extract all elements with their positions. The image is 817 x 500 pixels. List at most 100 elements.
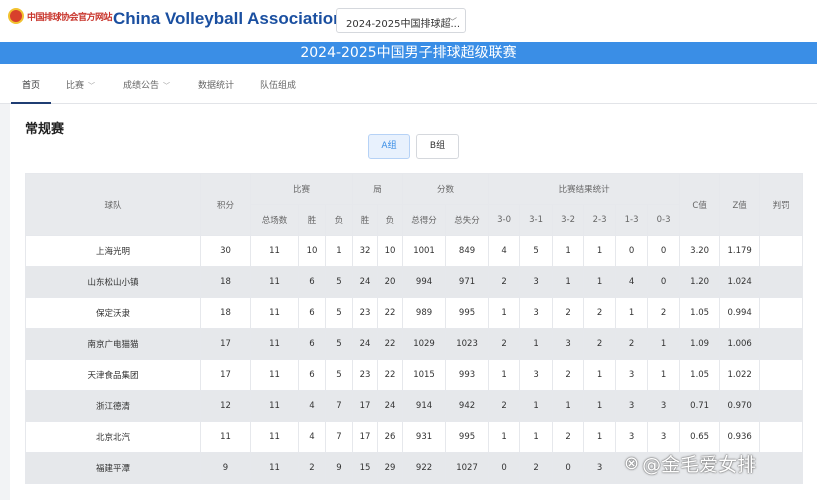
col-header-wins[interactable]: 胜 — [298, 204, 326, 236]
nav-item-results[interactable]: 成绩公告 ﹀ — [123, 78, 170, 91]
cell-points-against: 995 — [445, 297, 490, 329]
cell-team-name[interactable]: 山东松山小镇 — [25, 266, 201, 298]
cell-c-value: 0.71 — [679, 390, 721, 422]
table-row[interactable]: 南京广电猫猫 17 11 6 5 24 22 1029 1023 2 1 3 2 2 1 1.09 1.006 — [25, 328, 804, 360]
group-a-button[interactable]: A组 — [368, 134, 410, 159]
season-select[interactable]: 2024-2025中国排球超... ﹀ — [336, 8, 466, 33]
standings-table: 球队 积分 比赛 局 分数 比赛结果统计 C值 Z值 判罚 总场数 胜 负 胜 … — [25, 173, 804, 484]
cell-c-value: 1.05 — [679, 297, 721, 329]
col-header-result-0-3[interactable]: 0-3 — [647, 204, 681, 236]
table-row[interactable]: 山东松山小镇 18 11 6 5 24 20 994 971 2 3 1 1 4 0 1.20 1.024 — [25, 266, 804, 298]
cell-result-3-0: 2 — [488, 266, 521, 298]
cell-result-2-3: 1 — [583, 421, 617, 453]
cell-result-1-3: 3 — [615, 390, 649, 422]
col-header-c-value[interactable]: C值 — [679, 173, 721, 236]
cell-sets-lost: 26 — [377, 421, 404, 453]
cell-total-matches: 11 — [250, 328, 299, 360]
cell-points-against: 1023 — [445, 328, 490, 360]
cell-points-against: 971 — [445, 266, 490, 298]
nav-item-label: 队伍组成 — [260, 81, 297, 91]
col-header-total-matches[interactable]: 总场数 — [250, 204, 299, 236]
cell-losses: 7 — [324, 390, 354, 422]
cell-c-value: 1.20 — [679, 266, 721, 298]
cell-result-3-2: 2 — [552, 297, 585, 329]
cell-result-0-3: 0 — [647, 235, 681, 267]
cell-points-for: 1001 — [402, 235, 447, 267]
cell-result-3-2: 1 — [552, 390, 585, 422]
col-header-penalty[interactable]: 判罚 — [759, 173, 804, 236]
table-body: 上海光明 30 11 10 1 32 10 1001 849 4 5 1 1 0 0 3.20 1.179 山东松… — [25, 235, 804, 484]
col-header-sets-lost[interactable]: 负 — [377, 204, 404, 236]
nav-item-label: 数据统计 — [198, 81, 235, 91]
cell-points-for: 989 — [402, 297, 447, 329]
chevron-down-icon: ﹀ — [447, 18, 457, 28]
cell-wins: 6 — [298, 297, 326, 329]
cell-result-1-3: 2 — [615, 328, 649, 360]
cell-team-name[interactable]: 北京北汽 — [25, 421, 201, 453]
cell-z-value: 1.024 — [719, 266, 761, 298]
group-b-button[interactable]: B组 — [416, 134, 459, 159]
cell-losses: 5 — [324, 359, 354, 391]
col-header-points-against[interactable]: 总失分 — [445, 204, 490, 236]
cell-c-value: 3.20 — [679, 235, 721, 267]
cell-result-3-0: 0 — [488, 452, 521, 484]
cva-logo[interactable]: 中国排球协会官方网站 — [8, 8, 113, 24]
cell-team-name[interactable]: 保定沃隶 — [25, 297, 201, 329]
cell-penalty — [759, 390, 804, 422]
cell-team-name[interactable]: 上海光明 — [25, 235, 201, 267]
cell-sets-won: 32 — [352, 235, 379, 267]
cell-result-3-0: 1 — [488, 359, 521, 391]
col-header-result-2-3[interactable]: 2-3 — [583, 204, 617, 236]
col-header-result-3-1[interactable]: 3-1 — [519, 204, 554, 236]
cell-sets-lost: 29 — [377, 452, 404, 484]
cell-result-3-0: 2 — [488, 390, 521, 422]
cell-z-value: 1.022 — [719, 359, 761, 391]
cell-points: 17 — [200, 359, 251, 391]
cell-result-0-3: 3 — [647, 421, 681, 453]
cell-points-for: 994 — [402, 266, 447, 298]
col-header-result-stats: 比赛结果统计 — [488, 173, 681, 205]
col-header-result-3-0[interactable]: 3-0 — [488, 204, 521, 236]
col-header-points[interactable]: 积分 — [200, 173, 251, 236]
table-row[interactable]: 天津食品集团 17 11 6 5 23 22 1015 993 1 3 2 1 3 1 1.05 1.022 — [25, 359, 804, 391]
cell-result-3-0: 1 — [488, 421, 521, 453]
cell-result-2-3: 1 — [583, 266, 617, 298]
nav-item-label: 比赛 — [66, 81, 85, 91]
nav-item-teams[interactable]: 队伍组成 — [260, 78, 296, 91]
cell-losses: 5 — [324, 328, 354, 360]
col-header-points-for[interactable]: 总得分 — [402, 204, 447, 236]
table-row[interactable]: 北京北汽 11 11 4 7 17 26 931 995 1 1 2 1 3 3 0.65 0.936 — [25, 421, 804, 453]
table-row[interactable]: 上海光明 30 11 10 1 32 10 1001 849 4 5 1 1 0 0 3.20 1.179 — [25, 235, 804, 267]
cell-wins: 10 — [298, 235, 326, 267]
cell-z-value: 0.994 — [719, 297, 761, 329]
cell-result-3-1: 1 — [519, 421, 554, 453]
cell-points: 18 — [200, 297, 251, 329]
nav-item-label: 成绩公告 — [123, 81, 160, 91]
cell-result-1-3: 0 — [615, 235, 649, 267]
cell-c-value: 0.65 — [679, 421, 721, 453]
cell-team-name[interactable]: 南京广电猫猫 — [25, 328, 201, 360]
nav-item-home[interactable]: 首页 — [22, 78, 40, 91]
col-header-sets-won[interactable]: 胜 — [352, 204, 379, 236]
nav-item-matches[interactable]: 比赛 ﹀ — [66, 78, 95, 91]
cell-team-name[interactable]: 天津食品集团 — [25, 359, 201, 391]
col-header-losses[interactable]: 负 — [324, 204, 354, 236]
cva-emblem-icon — [8, 8, 24, 24]
col-header-result-1-3[interactable]: 1-3 — [615, 204, 649, 236]
cell-team-name[interactable]: 浙江德清 — [25, 390, 201, 422]
cell-points: 30 — [200, 235, 251, 267]
table-row[interactable]: 保定沃隶 18 11 6 5 23 22 989 995 1 3 2 2 1 2 1.05 0.994 — [25, 297, 804, 329]
cell-points-against: 942 — [445, 390, 490, 422]
table-header: 球队 积分 比赛 局 分数 比赛结果统计 C值 Z值 判罚 总场数 胜 负 胜 … — [25, 173, 804, 236]
col-header-z-value[interactable]: Z值 — [719, 173, 761, 236]
col-header-result-3-2[interactable]: 3-2 — [552, 204, 585, 236]
nav-item-statistics[interactable]: 数据统计 — [198, 78, 234, 91]
cell-result-3-1: 3 — [519, 359, 554, 391]
table-row[interactable]: 浙江德清 12 11 4 7 17 24 914 942 2 1 1 1 3 3 0.71 0.970 — [25, 390, 804, 422]
watermark-text: @金毛爱女排 — [642, 454, 757, 476]
col-header-team[interactable]: 球队 — [25, 173, 201, 236]
cell-team-name[interactable]: 福建平潭 — [25, 452, 201, 484]
cell-total-matches: 11 — [250, 359, 299, 391]
cell-points-against: 993 — [445, 359, 490, 391]
cell-penalty — [759, 359, 804, 391]
